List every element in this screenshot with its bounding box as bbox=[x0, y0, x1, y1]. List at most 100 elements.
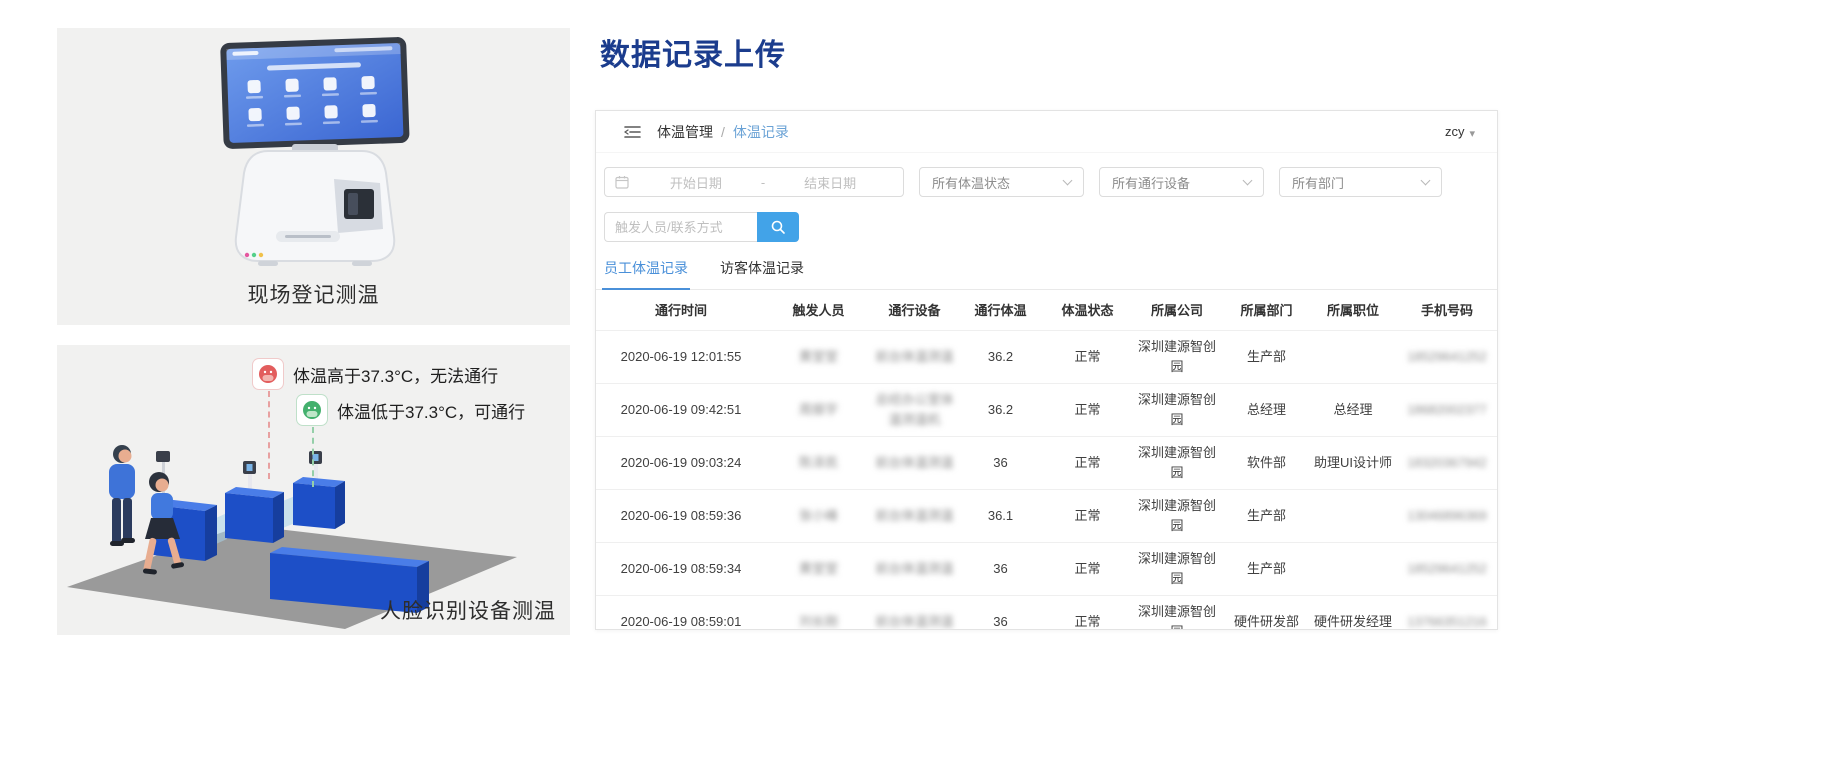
table-header-row: 通行时间 触发人员 通行设备 通行体温 体温状态 所属公司 所属部门 所属职位 手机号码 bbox=[596, 290, 1497, 330]
table-cell: 前台体温测温 bbox=[871, 329, 958, 383]
table-cell: 张小峰 bbox=[766, 488, 871, 542]
table-cell: 18682002377 bbox=[1395, 382, 1497, 436]
table-cell: 深圳建源智创园 bbox=[1132, 594, 1222, 629]
registration-device-illustration bbox=[219, 37, 409, 266]
table-cell: 正常 bbox=[1043, 488, 1132, 542]
calendar-icon bbox=[615, 175, 629, 189]
table-cell bbox=[1311, 329, 1395, 383]
table-cell: 硬件研发部 bbox=[1222, 594, 1311, 629]
search-icon bbox=[770, 219, 786, 235]
table-cell: 深圳建源智创园 bbox=[1132, 435, 1222, 489]
onsite-panel-caption: 现场登记测温 bbox=[247, 284, 380, 307]
menu-collapse-icon[interactable] bbox=[624, 125, 641, 139]
table-cell: 18320367942 bbox=[1395, 435, 1497, 489]
table-cell: 正常 bbox=[1043, 435, 1132, 489]
green-dashed-connector bbox=[312, 427, 314, 487]
table-cell: 正常 bbox=[1043, 329, 1132, 383]
column-header: 触发人员 bbox=[792, 303, 845, 319]
annotation-high-temp: 体温高于37.3°C，无法通行 bbox=[253, 359, 498, 389]
department-select[interactable]: 所有部门 bbox=[1279, 167, 1442, 197]
onsite-registration-panel: 现场登记测温 bbox=[57, 28, 570, 325]
table-cell: 正常 bbox=[1043, 382, 1132, 436]
table-cell: 2020-06-19 08:59:36 bbox=[596, 488, 766, 542]
table-cell: 36.1 bbox=[958, 488, 1043, 542]
annotation-high-text: 体温高于37.3°C，无法通行 bbox=[293, 366, 499, 386]
table-cell: 黄堂堂 bbox=[766, 329, 871, 383]
table-cell: 2020-06-19 08:59:01 bbox=[596, 594, 766, 629]
table-row: 2020-06-19 09:42:51 周振宇 总经办公室体温测温机 36.2 正常 深圳… bbox=[596, 382, 1497, 436]
table-cell: 硬件研发经理 bbox=[1311, 594, 1395, 629]
column-header: 通行时间 bbox=[654, 303, 707, 319]
blocked-face-icon bbox=[253, 359, 283, 389]
table-cell: 总经理 bbox=[1311, 382, 1395, 436]
column-header: 通行设备 bbox=[888, 303, 941, 319]
annotation-low-temp: 体温低于37.3°C，可通行 bbox=[297, 395, 525, 425]
table-cell: 18529641252 bbox=[1395, 541, 1497, 595]
card-header: 体温管理 / 体温记录 zcy ▾ bbox=[596, 111, 1497, 153]
table-cell: 黄堂堂 bbox=[766, 541, 871, 595]
table-cell: 2020-06-19 09:42:51 bbox=[596, 382, 766, 436]
column-header: 所属职位 bbox=[1326, 303, 1379, 319]
table-cell: 总经理 bbox=[1222, 382, 1311, 436]
table-cell: 2020-06-19 09:03:24 bbox=[596, 435, 766, 489]
chevron-down-icon bbox=[1420, 175, 1431, 186]
page-title: 数据记录上传 bbox=[600, 39, 786, 72]
user-menu[interactable]: zcy bbox=[1445, 124, 1465, 139]
temperature-status-select[interactable]: 所有体温状态 bbox=[919, 167, 1084, 197]
tab-visitor-records[interactable]: 访客体温记录 bbox=[718, 258, 806, 289]
table-cell: 36 bbox=[958, 435, 1043, 489]
table-cell: 生产部 bbox=[1222, 329, 1311, 383]
table-row: 2020-06-19 08:59:01刘长刚前台体温测温36正常深圳建源智创园硬… bbox=[596, 594, 1497, 629]
passage-device-select-value: 所有通行设备 bbox=[1112, 175, 1191, 191]
chevron-down-icon bbox=[1062, 175, 1073, 186]
table-row: 2020-06-19 08:59:34 黄堂堂 前台体温测温 36 正常 深圳建源智创园生… bbox=[596, 541, 1497, 595]
table-cell: 正常 bbox=[1043, 541, 1132, 595]
table-cell: 助理UI设计师 bbox=[1311, 435, 1395, 489]
record-tabs: 员工体温记录 访客体温记录 bbox=[596, 242, 1497, 290]
search-button[interactable] bbox=[757, 212, 799, 242]
start-date-placeholder[interactable]: 开始日期 bbox=[633, 173, 759, 192]
table-cell: 软件部 bbox=[1222, 435, 1311, 489]
person-search-input[interactable] bbox=[604, 212, 757, 242]
table-cell bbox=[1311, 488, 1395, 542]
date-range-picker[interactable]: 开始日期 - 结束日期 bbox=[604, 167, 904, 197]
breadcrumb-separator: / bbox=[721, 123, 725, 140]
records-table: 通行时间 触发人员 通行设备 通行体温 体温状态 所属公司 所属部门 所属职位 手机号码 202… bbox=[596, 290, 1497, 629]
table-cell: 刘长刚 bbox=[766, 594, 871, 629]
table-cell: 13766351216 bbox=[1395, 594, 1497, 629]
table-cell: 深圳建源智创园 bbox=[1132, 382, 1222, 436]
table-cell: 36 bbox=[958, 594, 1043, 629]
department-select-value: 所有部门 bbox=[1292, 175, 1345, 191]
date-range-separator: - bbox=[760, 174, 766, 190]
chevron-down-icon[interactable]: ▾ bbox=[1469, 127, 1475, 140]
end-date-placeholder[interactable]: 结束日期 bbox=[767, 173, 893, 192]
table-row: 2020-06-19 12:01:55 黄堂堂 前台体温测温 36.2 正常 深圳建源智创… bbox=[596, 329, 1497, 383]
table-cell: 前台体温测温 bbox=[871, 594, 958, 629]
column-header: 体温状态 bbox=[1061, 303, 1114, 319]
table-cell: 生产部 bbox=[1222, 541, 1311, 595]
table-cell: 18529641252 bbox=[1395, 329, 1497, 383]
table-cell: 前台体温测温 bbox=[871, 541, 958, 595]
table-cell: 总经办公室体温测温机 bbox=[871, 382, 958, 436]
chevron-down-icon bbox=[1242, 175, 1253, 186]
table-cell: 36.2 bbox=[958, 329, 1043, 383]
face-recognition-panel: 体温高于37.3°C，无法通行 体温低于37.3°C，可通行 人脸识别设备测温 bbox=[57, 345, 570, 635]
tab-employee-records[interactable]: 员工体温记录 bbox=[602, 258, 690, 290]
breadcrumb-current[interactable]: 体温记录 bbox=[733, 122, 789, 142]
filters-section: 开始日期 - 结束日期 所有体温状态 所有通行设备 所有部门 bbox=[596, 153, 1497, 242]
red-dashed-connector bbox=[268, 391, 270, 479]
annotation-low-text: 体温低于37.3°C，可通行 bbox=[337, 402, 526, 422]
table-cell: 生产部 bbox=[1222, 488, 1311, 542]
table-cell: 前台体温测温 bbox=[871, 488, 958, 542]
temperature-records-card: 体温管理 / 体温记录 zcy ▾ 开始日期 - 结束日期 所有体温状态 所有通… bbox=[595, 110, 1498, 630]
breadcrumb-root[interactable]: 体温管理 bbox=[657, 122, 713, 142]
passage-device-select[interactable]: 所有通行设备 bbox=[1099, 167, 1264, 197]
table-cell: 深圳建源智创园 bbox=[1132, 541, 1222, 595]
table-cell bbox=[1311, 541, 1395, 595]
table-row: 2020-06-19 08:59:36 张小峰 前台体温测温 36.1 正常 深圳建源智创… bbox=[596, 488, 1497, 542]
table-cell: 36.2 bbox=[958, 382, 1043, 436]
person-male bbox=[109, 445, 135, 546]
table-cell: 深圳建源智创园 bbox=[1132, 329, 1222, 383]
allowed-face-icon bbox=[297, 395, 327, 425]
table-cell: 深圳建源智创园 bbox=[1132, 488, 1222, 542]
